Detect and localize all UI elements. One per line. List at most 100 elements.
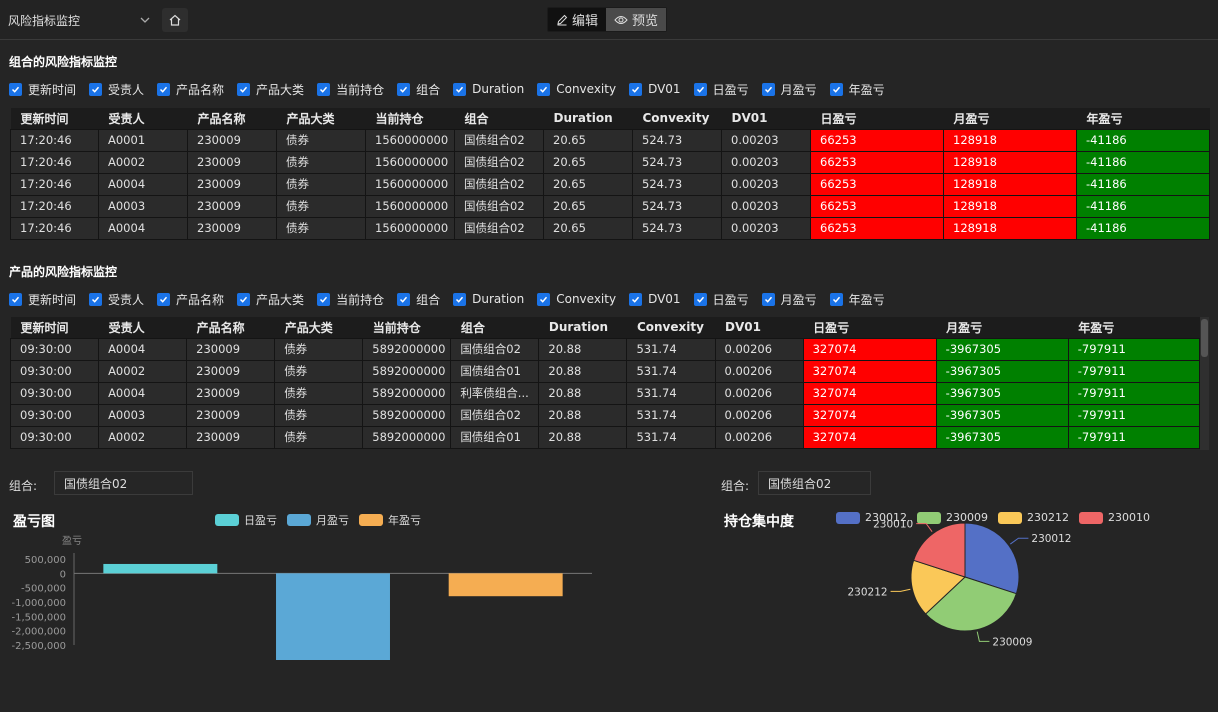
checkbox-checked-icon[interactable]: [829, 82, 843, 96]
checkbox-checked-icon[interactable]: [829, 292, 843, 306]
legend-item[interactable]: 月盈亏: [287, 512, 349, 528]
column-header[interactable]: Convexity: [626, 317, 715, 338]
column-filter-checkbox[interactable]: DV01: [629, 292, 681, 306]
checkbox-checked-icon[interactable]: [9, 82, 22, 96]
table-row[interactable]: 17:20:46 A0004 230009 债券 1560000000 国债组合02 20.…: [10, 172, 1210, 196]
column-header[interactable]: Convexity: [632, 108, 722, 129]
checkbox-checked-icon[interactable]: [537, 82, 551, 96]
column-filter-checkbox[interactable]: Convexity: [537, 292, 616, 306]
column-header[interactable]: 日盈亏: [803, 317, 937, 338]
table-row[interactable]: 17:20:46 A0001 230009 债券 1560000000 国债组合02 20.…: [10, 128, 1210, 152]
column-header[interactable]: Duration: [543, 108, 633, 129]
column-header[interactable]: 产品名称: [187, 108, 277, 129]
column-filter-checkbox[interactable]: 受责人: [89, 291, 144, 308]
column-filter-checkbox[interactable]: Duration: [453, 82, 524, 96]
scrollbar-thumb[interactable]: [1201, 319, 1208, 357]
bar-年盈亏[interactable]: [448, 573, 563, 597]
table-row[interactable]: 09:30:00 A0002 230009 债券 5892000000 国债组合01 20.…: [10, 359, 1201, 383]
column-header[interactable]: 产品大类: [274, 317, 363, 338]
column-header[interactable]: 产品大类: [276, 108, 366, 129]
column-filter-checkbox[interactable]: 产品大类: [237, 291, 304, 308]
checkbox-checked-icon[interactable]: [89, 82, 103, 96]
edit-button[interactable]: 编辑: [548, 8, 606, 31]
column-filter-checkbox[interactable]: 年盈亏: [829, 81, 885, 98]
checkbox-checked-icon[interactable]: [629, 82, 643, 96]
column-header[interactable]: 受责人: [98, 317, 187, 338]
checkbox-checked-icon[interactable]: [453, 82, 467, 96]
column-header[interactable]: 当前持仓: [365, 108, 455, 129]
column-filter-checkbox[interactable]: 产品大类: [237, 81, 304, 98]
table-row[interactable]: 17:20:46 A0003 230009 债券 1560000000 国债组合02 20.…: [10, 194, 1210, 218]
checkbox-checked-icon[interactable]: [397, 82, 411, 96]
product-table-scrollbar[interactable]: [1200, 317, 1209, 450]
checkbox-checked-icon[interactable]: [9, 292, 22, 306]
column-filter-checkbox[interactable]: 组合: [397, 81, 440, 98]
table-row[interactable]: 09:30:00 A0004 230009 债券 5892000000 国债组合02 20.…: [10, 337, 1201, 361]
table-row[interactable]: 09:30:00 A0002 230009 债券 5892000000 国债组合01 20.…: [10, 425, 1201, 449]
column-header[interactable]: 月盈亏: [943, 108, 1077, 129]
checkbox-checked-icon[interactable]: [157, 82, 171, 96]
checkbox-checked-icon[interactable]: [237, 82, 251, 96]
column-header[interactable]: 更新时间: [10, 108, 99, 129]
column-filter-label: 更新时间: [28, 292, 77, 307]
table-row[interactable]: 09:30:00 A0003 230009 债券 5892000000 国债组合02 20.…: [10, 403, 1201, 427]
column-filter-checkbox[interactable]: Duration: [453, 292, 524, 306]
column-filter-checkbox[interactable]: 当前持仓: [317, 291, 384, 308]
bar-日盈亏[interactable]: [103, 563, 218, 574]
column-header[interactable]: DV01: [721, 108, 811, 129]
column-header[interactable]: 年盈亏: [1076, 108, 1210, 129]
table-row[interactable]: 17:20:46 A0002 230009 债券 1560000000 国债组合02 20.…: [10, 150, 1210, 174]
table-row[interactable]: 17:20:46 A0004 230009 债券 1560000000 国债组合02 20.…: [10, 216, 1210, 240]
checkbox-checked-icon[interactable]: [89, 292, 103, 306]
checkbox-checked-icon[interactable]: [693, 82, 707, 96]
column-filter-checkbox[interactable]: 月盈亏: [761, 291, 817, 308]
column-header[interactable]: 年盈亏: [1068, 317, 1200, 338]
column-filter-checkbox[interactable]: 产品名称: [157, 291, 224, 308]
preview-button[interactable]: 预览: [606, 8, 667, 31]
checkbox-checked-icon[interactable]: [317, 292, 331, 306]
column-filter-checkbox[interactable]: 日盈亏: [693, 81, 749, 98]
column-header[interactable]: 日盈亏: [810, 108, 944, 129]
table-row[interactable]: 09:30:00 A0004 230009 债券 5892000000 利率债组合... 2…: [10, 381, 1201, 405]
column-header[interactable]: 月盈亏: [936, 317, 1069, 338]
product-table-container[interactable]: 更新时间 受责人 产品名称 产品大类 当前持仓 组合 Duration Convexity DV…: [10, 317, 1210, 450]
column-filter-checkbox[interactable]: 更新时间: [9, 81, 76, 98]
column-filter-checkbox[interactable]: 受责人: [89, 81, 144, 98]
pnl-portfolio-select[interactable]: 国债组合02: [54, 471, 193, 495]
holding-portfolio-select[interactable]: 国债组合02: [758, 471, 871, 495]
column-header[interactable]: 组合: [454, 108, 544, 129]
column-header[interactable]: 组合: [450, 317, 539, 338]
column-filter-checkbox[interactable]: 组合: [397, 291, 440, 308]
legend-item[interactable]: 日盈亏: [215, 512, 277, 528]
column-filter-checkbox[interactable]: 年盈亏: [829, 291, 885, 308]
column-header[interactable]: 更新时间: [10, 317, 99, 338]
home-button[interactable]: [162, 8, 188, 32]
column-filter-checkbox[interactable]: DV01: [629, 82, 681, 96]
column-header[interactable]: 当前持仓: [362, 317, 451, 338]
column-filter-checkbox[interactable]: 当前持仓: [317, 81, 384, 98]
column-filter-checkbox[interactable]: 日盈亏: [693, 291, 749, 308]
checkbox-checked-icon[interactable]: [693, 292, 707, 306]
dashboard-select[interactable]: 风险指标监控: [0, 6, 158, 34]
column-filter-checkbox[interactable]: 月盈亏: [761, 81, 817, 98]
column-header[interactable]: DV01: [715, 317, 804, 338]
checkbox-checked-icon[interactable]: [397, 292, 411, 306]
legend-item[interactable]: 年盈亏: [359, 512, 421, 528]
checkbox-checked-icon[interactable]: [453, 292, 467, 306]
column-header[interactable]: 受责人: [98, 108, 188, 129]
column-filter-checkbox[interactable]: 更新时间: [9, 291, 76, 308]
checkbox-checked-icon[interactable]: [761, 292, 775, 306]
checkbox-checked-icon[interactable]: [761, 82, 775, 96]
bar-月盈亏[interactable]: [276, 573, 390, 660]
table-cell: 230009: [186, 425, 276, 449]
column-header[interactable]: 产品名称: [186, 317, 275, 338]
checkbox-checked-icon[interactable]: [157, 292, 171, 306]
checkbox-checked-icon[interactable]: [317, 82, 331, 96]
checkbox-checked-icon[interactable]: [629, 292, 643, 306]
column-header[interactable]: Duration: [538, 317, 627, 338]
checkbox-checked-icon[interactable]: [237, 292, 251, 306]
table-cell: 利率债组合...: [450, 381, 540, 405]
column-filter-checkbox[interactable]: Convexity: [537, 82, 616, 96]
column-filter-checkbox[interactable]: 产品名称: [157, 81, 224, 98]
checkbox-checked-icon[interactable]: [537, 292, 551, 306]
